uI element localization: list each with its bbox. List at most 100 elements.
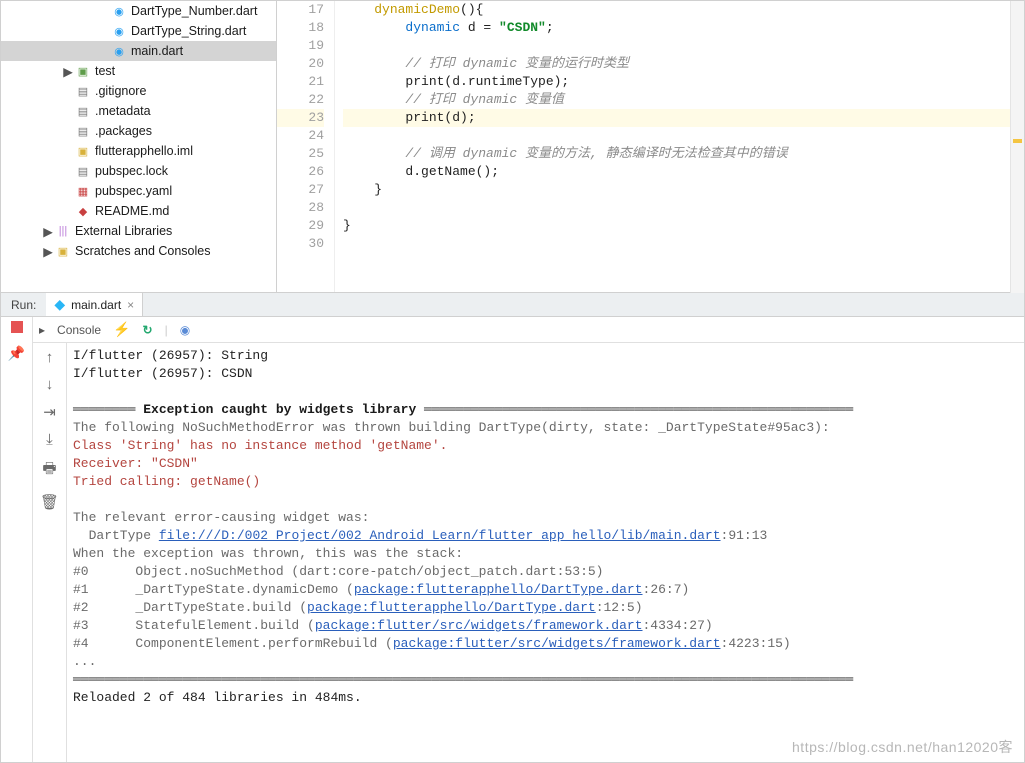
dart-file-icon: ◉ <box>111 23 127 39</box>
code-line[interactable] <box>343 37 1024 55</box>
code-line[interactable]: // 打印 dynamic 变量值 <box>343 91 1024 109</box>
code-line[interactable] <box>343 235 1024 253</box>
tree-item--gitignore[interactable]: ▤.gitignore <box>1 81 276 101</box>
folder-icon: ▣ <box>75 63 91 79</box>
code-line[interactable] <box>343 199 1024 217</box>
tree-item-scratches-and-consoles[interactable]: ▶▣Scratches and Consoles <box>1 241 276 261</box>
run-left-toolbar: 📌 <box>1 317 33 762</box>
hot-restart-icon[interactable]: ↻ <box>143 323 153 337</box>
console-line: #2 _DartTypeState.build (package:flutter… <box>73 599 1018 617</box>
tree-item-label: pubspec.yaml <box>95 184 172 198</box>
top-split: ◉DartType_Number.dart◉DartType_String.da… <box>1 1 1024 293</box>
line-number: 25 <box>277 145 324 163</box>
flutter-icon: ◆ <box>54 296 65 313</box>
console-line: #3 StatefulElement.build (package:flutte… <box>73 617 1018 635</box>
console-label[interactable]: Console <box>57 323 101 337</box>
line-number: 20 <box>277 55 324 73</box>
run-tab[interactable]: ◆ main.dart × <box>46 293 143 316</box>
console-line: Receiver: "CSDN" <box>73 455 1018 473</box>
line-number: 26 <box>277 163 324 181</box>
tree-item--packages[interactable]: ▤.packages <box>1 121 276 141</box>
console-left-toolbar: ↑ ↓ ⇥ ⤓ 🖶 🗑 <box>33 343 67 762</box>
tree-item-pubspec-yaml[interactable]: ▦pubspec.yaml <box>1 181 276 201</box>
up-icon[interactable]: ↑ <box>46 349 54 366</box>
line-number: 18 <box>277 19 324 37</box>
code-line[interactable] <box>343 127 1024 145</box>
expand-arrow-icon[interactable]: ▶ <box>41 224 55 239</box>
tree-item-label: .packages <box>95 124 152 138</box>
code-line[interactable]: print(d); <box>343 109 1024 127</box>
wrap-icon[interactable]: ⇥ <box>43 403 56 421</box>
expand-arrow-icon[interactable]: ▶ <box>61 64 75 79</box>
console-line: #1 _DartTypeState.dynamicDemo (package:f… <box>73 581 1018 599</box>
tree-item-label: External Libraries <box>75 224 172 238</box>
code-line[interactable]: } <box>343 181 1024 199</box>
line-number: 27 <box>277 181 324 199</box>
tree-item-label: .metadata <box>95 104 151 118</box>
file-icon: ▤ <box>75 83 91 99</box>
code-editor[interactable]: dynamicDemo(){ dynamic d = "CSDN"; // 打印… <box>335 1 1024 292</box>
tree-item-darttype-number-dart[interactable]: ◉DartType_Number.dart <box>1 1 276 21</box>
console-line: The following NoSuchMethodError was thro… <box>73 419 1018 437</box>
run-label: Run: <box>1 298 46 312</box>
down-icon[interactable]: ↓ <box>46 376 54 393</box>
tree-item-test[interactable]: ▶▣test <box>1 61 276 81</box>
tree-item-darttype-string-dart[interactable]: ◉DartType_String.dart <box>1 21 276 41</box>
hot-reload-icon[interactable]: ⚡ <box>113 321 130 338</box>
console-line: Reloaded 2 of 484 libraries in 484ms. <box>73 689 1018 707</box>
trash-icon[interactable]: 🗑 <box>40 493 59 511</box>
stop-button[interactable] <box>11 321 23 333</box>
project-tree[interactable]: ◉DartType_Number.dart◉DartType_String.da… <box>1 1 277 292</box>
tree-item-label: flutterapphello.iml <box>95 144 193 158</box>
console-output[interactable]: I/flutter (26957): StringI/flutter (2695… <box>67 343 1024 762</box>
line-number: 17 <box>277 1 324 19</box>
code-line[interactable]: } <box>343 217 1024 235</box>
tree-item-label: pubspec.lock <box>95 164 168 178</box>
scroll-end-icon[interactable]: ⤓ <box>46 431 53 448</box>
tree-item-main-dart[interactable]: ◉main.dart <box>1 41 276 61</box>
editor-scrollbar[interactable] <box>1010 1 1024 293</box>
tree-item-readme-md[interactable]: ◆README.md <box>1 201 276 221</box>
code-line[interactable]: dynamic d = "CSDN"; <box>343 19 1024 37</box>
tree-item-flutterapphello-iml[interactable]: ▣ flutterapphello.iml <box>1 141 276 161</box>
stack-link[interactable]: package:flutterapphello/DartType.dart <box>307 600 596 615</box>
close-icon[interactable]: × <box>127 298 134 312</box>
iml-file-icon: ▣ <box>75 143 91 159</box>
stack-link[interactable]: file:///D:/002 Project/002 Android Learn… <box>159 528 721 543</box>
console-line <box>73 491 1018 509</box>
line-number: 23 <box>277 109 324 127</box>
tree-item-external-libraries[interactable]: ▶|||External Libraries <box>1 221 276 241</box>
stack-link[interactable]: package:flutter/src/widgets/framework.da… <box>393 636 721 651</box>
tree-item-label: Scratches and Consoles <box>75 244 211 258</box>
console-line: #0 Object.noSuchMethod (dart:core-patch/… <box>73 563 1018 581</box>
print-icon[interactable]: 🖶 <box>42 458 56 483</box>
devtools-icon[interactable]: ◉ <box>180 323 190 337</box>
tree-item--metadata[interactable]: ▤.metadata <box>1 101 276 121</box>
code-line[interactable]: print(d.runtimeType); <box>343 73 1024 91</box>
stack-link[interactable]: package:flutterapphello/DartType.dart <box>354 582 643 597</box>
line-number: 22 <box>277 91 324 109</box>
expand-arrow-icon[interactable]: ▶ <box>41 244 55 259</box>
code-line[interactable]: dynamicDemo(){ <box>343 1 1024 19</box>
code-line[interactable]: // 调用 dynamic 变量的方法, 静态编译时无法检查其中的错误 <box>343 145 1024 163</box>
console-line: ════════ Exception caught by widgets lib… <box>73 401 1018 419</box>
run-panel-body: 📌 ▸ Console ⚡ ↻ | ◉ ↑ ↓ ⇥ ⤓ 🖶 🗑 <box>1 317 1024 762</box>
pin-icon[interactable]: 📌 <box>8 345 25 362</box>
code-line[interactable]: // 打印 dynamic 变量的运行时类型 <box>343 55 1024 73</box>
ide-window: ◉DartType_Number.dart◉DartType_String.da… <box>0 0 1025 763</box>
code-line[interactable]: d.getName(); <box>343 163 1024 181</box>
console-line: I/flutter (26957): String <box>73 347 1018 365</box>
warning-marker[interactable] <box>1013 139 1022 143</box>
console-toolbar: ▸ Console ⚡ ↻ | ◉ <box>33 317 1024 343</box>
console-wrap: ↑ ↓ ⇥ ⤓ 🖶 🗑 I/flutter (26957): StringI/f… <box>33 343 1024 762</box>
debug-icon[interactable]: ▸ <box>39 323 45 337</box>
markdown-file-icon: ◆ <box>75 203 91 219</box>
console-line: When the exception was thrown, this was … <box>73 545 1018 563</box>
line-number: 30 <box>277 235 324 253</box>
stack-link[interactable]: package:flutter/src/widgets/framework.da… <box>315 618 643 633</box>
line-gutter: 1718192021222324252627282930 <box>277 1 335 292</box>
run-panel-header: Run: ◆ main.dart × <box>1 293 1024 317</box>
tree-item-label: main.dart <box>131 44 183 58</box>
tree-item-pubspec-lock[interactable]: ▤ pubspec.lock <box>1 161 276 181</box>
file-icon: ▤ <box>75 163 91 179</box>
